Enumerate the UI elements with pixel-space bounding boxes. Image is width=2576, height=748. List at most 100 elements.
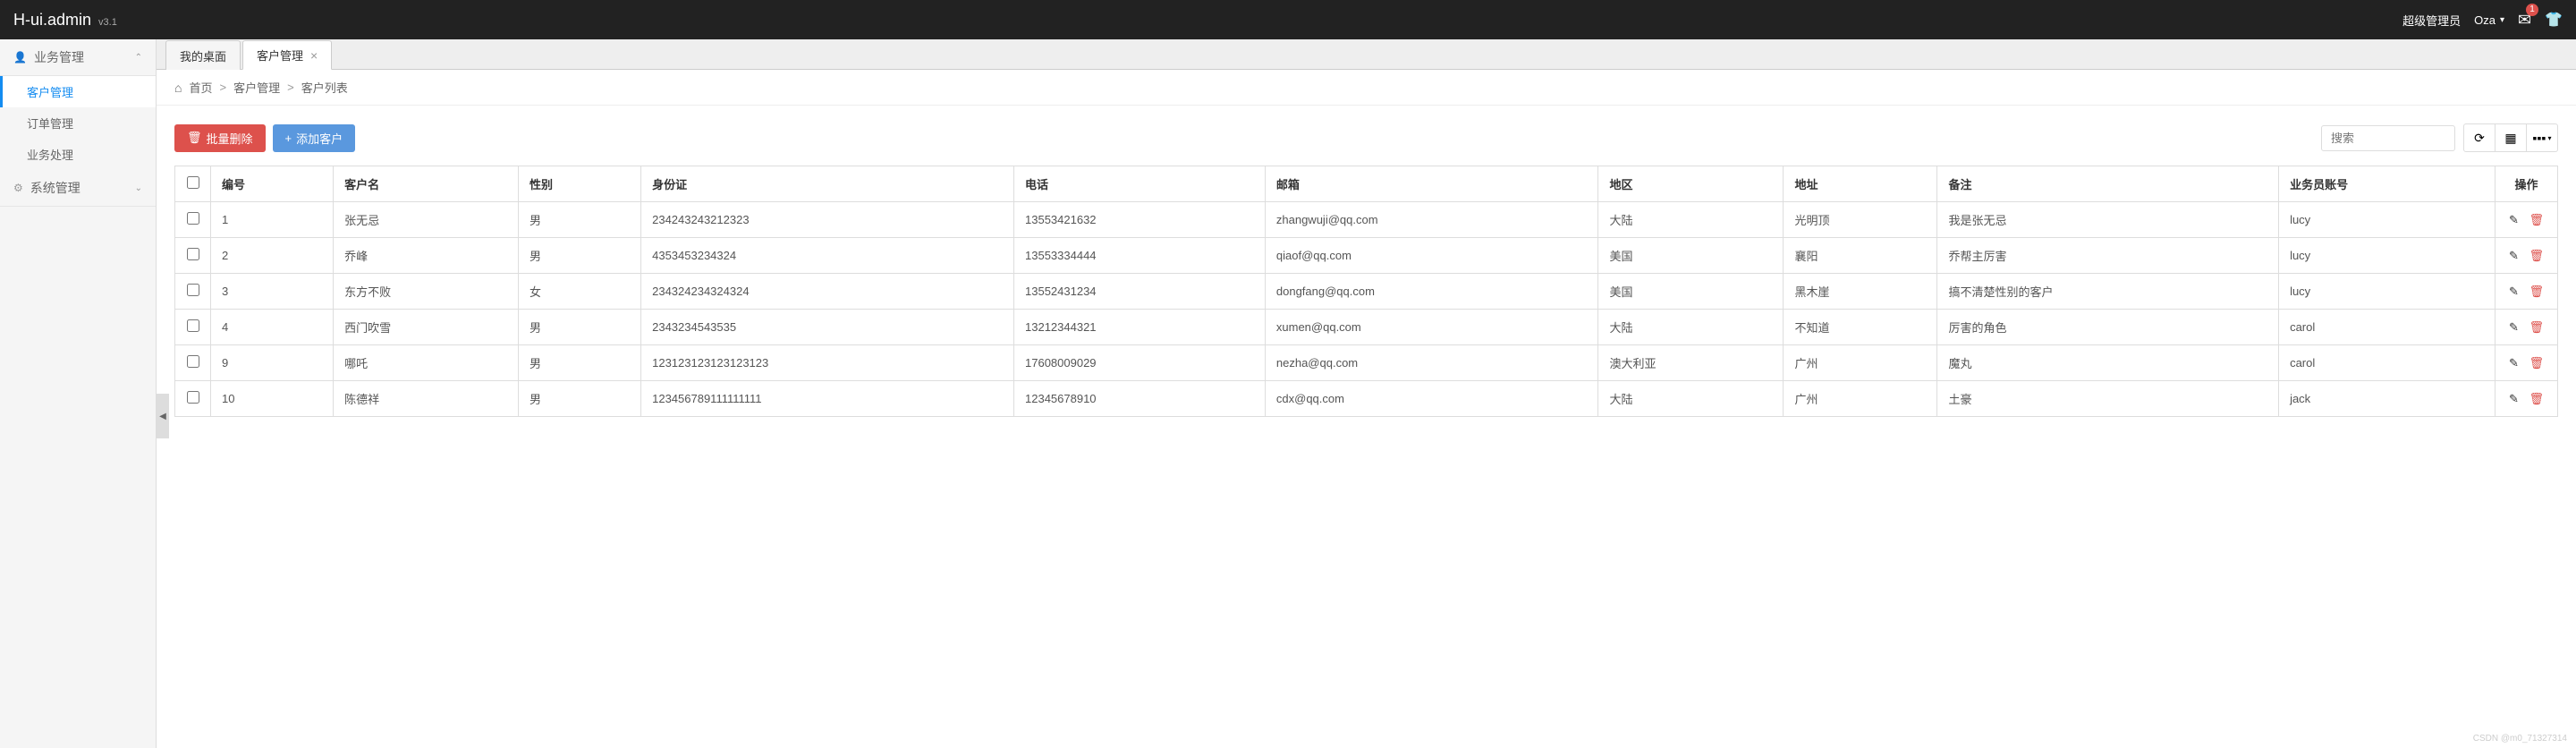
cell-address: 广州 [1784, 345, 1937, 381]
theme-icon[interactable]: 👕 [2545, 11, 2563, 29]
delete-icon[interactable]: 🗑 [2529, 392, 2545, 405]
sidebar-item-order[interactable]: 订单管理 [0, 107, 156, 139]
grid-button[interactable]: ▪▪▪▾ [2526, 123, 2558, 152]
cell-email: cdx@qq.com [1265, 381, 1598, 417]
delete-icon[interactable]: 🗑 [2529, 356, 2545, 370]
delete-icon[interactable]: 🗑 [2529, 249, 2545, 262]
header-id[interactable]: 编号 [211, 166, 334, 202]
watermark: CSDN @m0_71327314 [2473, 734, 2567, 744]
sidebar-collapse-button[interactable]: ◀ [157, 394, 169, 438]
cell-phone: 12345678910 [1014, 381, 1266, 417]
cell-region: 美国 [1598, 238, 1784, 274]
cell-action: ✎ 🗑 [2496, 238, 2558, 274]
trash-icon: 🗑 [187, 131, 202, 145]
table-row: 2 乔峰 男 4353453234324 13553334444 qiaof@q… [175, 238, 2558, 274]
cell-remark: 厉害的角色 [1937, 310, 2279, 345]
cell-phone: 13212344321 [1014, 310, 1266, 345]
header-address[interactable]: 地址 [1784, 166, 1937, 202]
header-remark[interactable]: 备注 [1937, 166, 2279, 202]
row-checkbox[interactable] [187, 212, 199, 225]
cell-id: 10 [211, 381, 334, 417]
header-gender[interactable]: 性别 [519, 166, 641, 202]
columns-button[interactable]: ▦ [2495, 123, 2527, 152]
table-header-row: 编号 客户名 性别 身份证 电话 邮箱 地区 地址 备注 业务员账号 操作 [175, 166, 2558, 202]
header-email[interactable]: 邮箱 [1265, 166, 1598, 202]
cell-email: xumen@qq.com [1265, 310, 1598, 345]
table-row: 9 哪吒 男 123123123123123123 17608009029 ne… [175, 345, 2558, 381]
delete-icon[interactable]: 🗑 [2529, 285, 2545, 298]
row-checkbox[interactable] [187, 355, 199, 368]
search-input[interactable] [2321, 125, 2455, 151]
cell-region: 澳大利亚 [1598, 345, 1784, 381]
breadcrumb-part1[interactable]: 客户管理 [233, 79, 280, 96]
cell-phone: 13553334444 [1014, 238, 1266, 274]
user-menu[interactable]: Oza ▾ [2474, 13, 2504, 27]
header-checkbox [175, 166, 211, 202]
row-checkbox[interactable] [187, 319, 199, 332]
menu-label: 业务管理 [34, 48, 84, 66]
breadcrumb-sep: > [287, 81, 294, 94]
cell-region: 美国 [1598, 274, 1784, 310]
cell-remark: 魔丸 [1937, 345, 2279, 381]
edit-icon[interactable]: ✎ [2509, 285, 2519, 298]
tab-desktop[interactable]: 我的桌面 [165, 40, 241, 70]
menu-header-business[interactable]: 👤 业务管理 ⌃ [0, 39, 156, 76]
row-checkbox[interactable] [187, 248, 199, 260]
gear-icon: ⚙ [13, 182, 23, 194]
edit-icon[interactable]: ✎ [2509, 249, 2519, 262]
cell-gender: 男 [519, 310, 641, 345]
toolbar: 🗑 批量删除 + 添加客户 ⟳ ▦ ▪▪▪▾ [174, 123, 2558, 152]
cell-action: ✎ 🗑 [2496, 274, 2558, 310]
row-checkbox[interactable] [187, 391, 199, 404]
select-all-checkbox[interactable] [187, 176, 199, 189]
cell-checkbox [175, 381, 211, 417]
cell-name: 张无忌 [334, 202, 519, 238]
cell-gender: 女 [519, 274, 641, 310]
batch-delete-button[interactable]: 🗑 批量删除 [174, 124, 266, 152]
menu-header-system[interactable]: ⚙ 系统管理 ⌄ [0, 170, 156, 207]
admin-role-label: 超级管理员 [2402, 12, 2461, 29]
cell-idcard: 234243243212323 [641, 202, 1014, 238]
add-customer-button[interactable]: + 添加客户 [273, 124, 356, 152]
tab-label: 我的桌面 [180, 47, 226, 64]
cell-region: 大陆 [1598, 381, 1784, 417]
cell-idcard: 123456789111111111 [641, 381, 1014, 417]
row-checkbox[interactable] [187, 284, 199, 296]
delete-icon[interactable]: 🗑 [2529, 213, 2545, 226]
columns-icon: ▦ [2504, 131, 2516, 146]
container: 👤 业务管理 ⌃ 客户管理 订单管理 业务处理 ⚙ 系统管理 ⌄ ◀ 我的桌面 [0, 39, 2576, 748]
refresh-button[interactable]: ⟳ [2463, 123, 2496, 152]
header-name[interactable]: 客户名 [334, 166, 519, 202]
edit-icon[interactable]: ✎ [2509, 320, 2519, 334]
header-left: H-ui.admin v3.1 [13, 11, 117, 30]
customer-table: 编号 客户名 性别 身份证 电话 邮箱 地区 地址 备注 业务员账号 操作 [174, 166, 2558, 417]
cell-phone: 17608009029 [1014, 345, 1266, 381]
cell-action: ✎ 🗑 [2496, 310, 2558, 345]
button-label: 批量删除 [207, 130, 253, 147]
delete-icon[interactable]: 🗑 [2529, 320, 2545, 334]
chevron-down-icon: ⌄ [135, 183, 142, 193]
table-row: 3 东方不败 女 234324234324324 13552431234 don… [175, 274, 2558, 310]
edit-icon[interactable]: ✎ [2509, 356, 2519, 370]
edit-icon[interactable]: ✎ [2509, 213, 2519, 226]
cell-idcard: 234324234324324 [641, 274, 1014, 310]
mail-icon[interactable]: ✉ 1 [2518, 11, 2531, 30]
close-icon[interactable]: × [310, 48, 318, 63]
header-action: 操作 [2496, 166, 2558, 202]
header-idcard[interactable]: 身份证 [641, 166, 1014, 202]
tabs: 我的桌面 客户管理 × [157, 39, 2576, 70]
edit-icon[interactable]: ✎ [2509, 392, 2519, 405]
header-phone[interactable]: 电话 [1014, 166, 1266, 202]
header-agent[interactable]: 业务员账号 [2279, 166, 2496, 202]
header-region[interactable]: 地区 [1598, 166, 1784, 202]
tab-customer[interactable]: 客户管理 × [242, 40, 332, 70]
cell-checkbox [175, 345, 211, 381]
cell-email: nezha@qq.com [1265, 345, 1598, 381]
menu-group-system: ⚙ 系统管理 ⌄ [0, 170, 156, 207]
breadcrumb-home[interactable]: 首页 [189, 79, 212, 96]
cell-id: 9 [211, 345, 334, 381]
cell-email: qiaof@qq.com [1265, 238, 1598, 274]
breadcrumb-sep: > [219, 81, 226, 94]
sidebar-item-process[interactable]: 业务处理 [0, 139, 156, 170]
sidebar-item-customer[interactable]: 客户管理 [0, 76, 156, 107]
